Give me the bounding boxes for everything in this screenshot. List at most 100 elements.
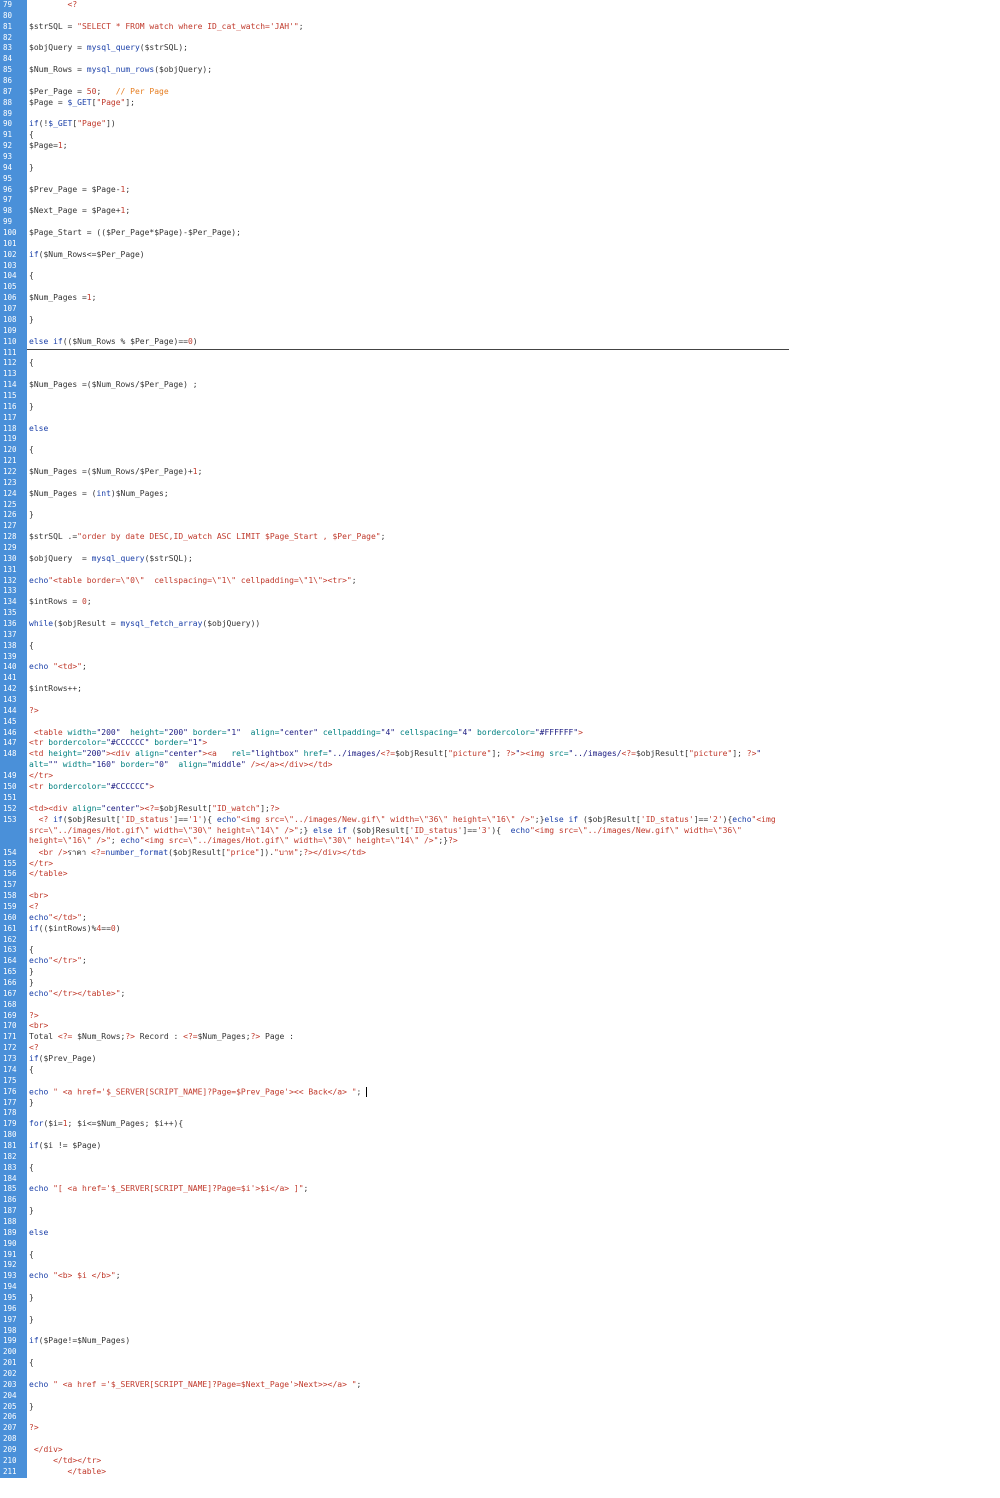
- code-line[interactable]: 184: [0, 1174, 1000, 1185]
- code-line[interactable]: 114 $Num_Pages =($Num_Rows/$Per_Page) ;: [0, 380, 1000, 391]
- code-line[interactable]: 210 </td></tr>: [0, 1456, 1000, 1467]
- code-line[interactable]: 198: [0, 1326, 1000, 1337]
- code-line[interactable]: 176 echo " <a href='$_SERVER[SCRIPT_NAME]…: [0, 1086, 1000, 1098]
- code-line[interactable]: 115: [0, 391, 1000, 402]
- code-line[interactable]: 202: [0, 1369, 1000, 1380]
- code-line[interactable]: 107: [0, 304, 1000, 315]
- code-line[interactable]: 104 {: [0, 271, 1000, 282]
- code-line[interactable]: 119: [0, 434, 1000, 445]
- code-line[interactable]: 205}: [0, 1402, 1000, 1413]
- code-line[interactable]: 123: [0, 478, 1000, 489]
- code-line[interactable]: 155 </tr>: [0, 859, 1000, 870]
- code-line[interactable]: 171 Total <?= $Num_Rows;?> Record : <?=$N…: [0, 1032, 1000, 1043]
- code-line[interactable]: 130 $objQuery = mysql_query($strSQL);: [0, 554, 1000, 565]
- code-line[interactable]: 129: [0, 543, 1000, 554]
- code-line[interactable]: 118 else: [0, 424, 1000, 435]
- code-line[interactable]: 101: [0, 239, 1000, 250]
- code-line[interactable]: 87 $Per_Page = 50; // Per Page: [0, 87, 1000, 98]
- code-line[interactable]: 175: [0, 1076, 1000, 1087]
- code-line[interactable]: 196: [0, 1304, 1000, 1315]
- code-line[interactable]: 167 echo"</tr></table>";: [0, 989, 1000, 1000]
- code-line[interactable]: 113: [0, 369, 1000, 380]
- code-editor[interactable]: 79 <? 80 81 $strSQL = "SELECT * FROM watch …: [0, 0, 1000, 1498]
- code-line[interactable]: 89: [0, 109, 1000, 120]
- code-line[interactable]: 178: [0, 1108, 1000, 1119]
- code-line[interactable]: 109: [0, 326, 1000, 337]
- code-line[interactable]: 142 $intRows++;: [0, 684, 1000, 695]
- code-line[interactable]: 135: [0, 608, 1000, 619]
- code-line[interactable]: 116}: [0, 402, 1000, 413]
- code-line[interactable]: 124 $Num_Pages = (int)$Num_Pages;: [0, 489, 1000, 500]
- code-line[interactable]: 79 <?: [0, 0, 1000, 11]
- code-line[interactable]: 86: [0, 76, 1000, 87]
- code-line[interactable]: 85 $Num_Rows = mysql_num_rows($objQuery);: [0, 65, 1000, 76]
- code-line[interactable]: 191 {: [0, 1250, 1000, 1261]
- code-line[interactable]: 203 echo " <a href ='$_SERVER[SCRIPT_NAME…: [0, 1380, 1000, 1391]
- code-line[interactable]: 149 </tr>: [0, 771, 1000, 782]
- code-line[interactable]: 99: [0, 217, 1000, 228]
- code-line[interactable]: 190: [0, 1239, 1000, 1250]
- code-line[interactable]: 117: [0, 413, 1000, 424]
- code-line[interactable]: 200: [0, 1347, 1000, 1358]
- code-line[interactable]: 157: [0, 880, 1000, 891]
- code-line[interactable]: 133: [0, 586, 1000, 597]
- code-line[interactable]: 106 $Num_Pages =1;: [0, 293, 1000, 304]
- code-line[interactable]: 128 $strSQL .="order by date DESC,ID_watc…: [0, 532, 1000, 543]
- code-line[interactable]: 209 </div>: [0, 1445, 1000, 1456]
- code-line[interactable]: 80: [0, 11, 1000, 22]
- code-line[interactable]: 98 $Next_Page = $Page+1;: [0, 206, 1000, 217]
- code-line[interactable]: 189 else: [0, 1228, 1000, 1239]
- code-line[interactable]: 97: [0, 195, 1000, 206]
- code-line[interactable]: 170 <br>: [0, 1021, 1000, 1032]
- code-line[interactable]: 92 $Page=1;: [0, 141, 1000, 152]
- code-line[interactable]: 146 <table width="200" height="200" bord…: [0, 728, 1000, 739]
- code-line[interactable]: 185 echo "[ <a href='$_SERVER[SCRIPT_NAME…: [0, 1184, 1000, 1195]
- code-line[interactable]: 169 ?>: [0, 1011, 1000, 1022]
- code-line[interactable]: 187}: [0, 1206, 1000, 1217]
- code-line[interactable]: 88 $Page = $_GET["Page"];: [0, 98, 1000, 109]
- code-line[interactable]: 108}: [0, 315, 1000, 326]
- code-line[interactable]: 82: [0, 33, 1000, 44]
- code-line[interactable]: 112 {: [0, 358, 1000, 369]
- code-line[interactable]: 183 {: [0, 1163, 1000, 1174]
- code-line[interactable]: 177}: [0, 1098, 1000, 1109]
- code-line[interactable]: 131: [0, 565, 1000, 576]
- code-line[interactable]: 181 if($i != $Page): [0, 1141, 1000, 1152]
- code-line[interactable]: 150 <tr bordercolor="#CCCCCC">: [0, 782, 1000, 793]
- code-line[interactable]: 186: [0, 1195, 1000, 1206]
- code-line[interactable]: 103: [0, 261, 1000, 272]
- code-line[interactable]: 159 <?: [0, 902, 1000, 913]
- code-line[interactable]: 143: [0, 695, 1000, 706]
- code-line[interactable]: 195}: [0, 1293, 1000, 1304]
- code-line[interactable]: 91 {: [0, 130, 1000, 141]
- code-line[interactable]: 145: [0, 717, 1000, 728]
- code-line[interactable]: 204: [0, 1391, 1000, 1402]
- code-line[interactable]: 100 $Page_Start = (($Per_Page*$Page)-$Per…: [0, 228, 1000, 239]
- code-line[interactable]: 102 if($Num_Rows<=$Per_Page): [0, 250, 1000, 261]
- code-line[interactable]: 136 while($objResult = mysql_fetch_array(…: [0, 619, 1000, 630]
- code-line[interactable]: 156 </table>: [0, 869, 1000, 880]
- code-line[interactable]: 81 $strSQL = "SELECT * FROM watch where I…: [0, 22, 1000, 33]
- code-line[interactable]: 173 if($Prev_Page): [0, 1054, 1000, 1065]
- code-line[interactable]: 126}: [0, 510, 1000, 521]
- code-line[interactable]: 182: [0, 1152, 1000, 1163]
- code-line[interactable]: 153 <? if($objResult['ID_status']=='1'){…: [0, 815, 1000, 848]
- code-line[interactable]: 132 echo"<table border=\"0\" cellspacing=…: [0, 576, 1000, 587]
- code-line[interactable]: 199 if($Page!=$Num_Pages): [0, 1336, 1000, 1347]
- code-line[interactable]: 122 $Num_Pages =($Num_Rows/$Per_Page)+1;: [0, 467, 1000, 478]
- code-line[interactable]: 147 <tr bordercolor="#CCCCCC" border="1">: [0, 738, 1000, 749]
- code-line[interactable]: 110 else if(($Num_Rows % $Per_Page)==0): [0, 337, 1000, 348]
- code-line[interactable]: 164 echo"</tr>";: [0, 956, 1000, 967]
- code-line[interactable]: 84: [0, 54, 1000, 65]
- code-line[interactable]: 188: [0, 1217, 1000, 1228]
- code-line[interactable]: 154 <br />ราคา <?=number_format($objResu…: [0, 848, 1000, 859]
- code-line[interactable]: 201 {: [0, 1358, 1000, 1369]
- code-line[interactable]: 121: [0, 456, 1000, 467]
- code-line[interactable]: 158 <br>: [0, 891, 1000, 902]
- code-line[interactable]: 208: [0, 1434, 1000, 1445]
- code-line[interactable]: 172 <?: [0, 1043, 1000, 1054]
- code-line[interactable]: 160 echo"</td>";: [0, 913, 1000, 924]
- code-line[interactable]: 96 $Prev_Page = $Page-1;: [0, 185, 1000, 196]
- code-line[interactable]: 105: [0, 282, 1000, 293]
- code-line[interactable]: 95: [0, 174, 1000, 185]
